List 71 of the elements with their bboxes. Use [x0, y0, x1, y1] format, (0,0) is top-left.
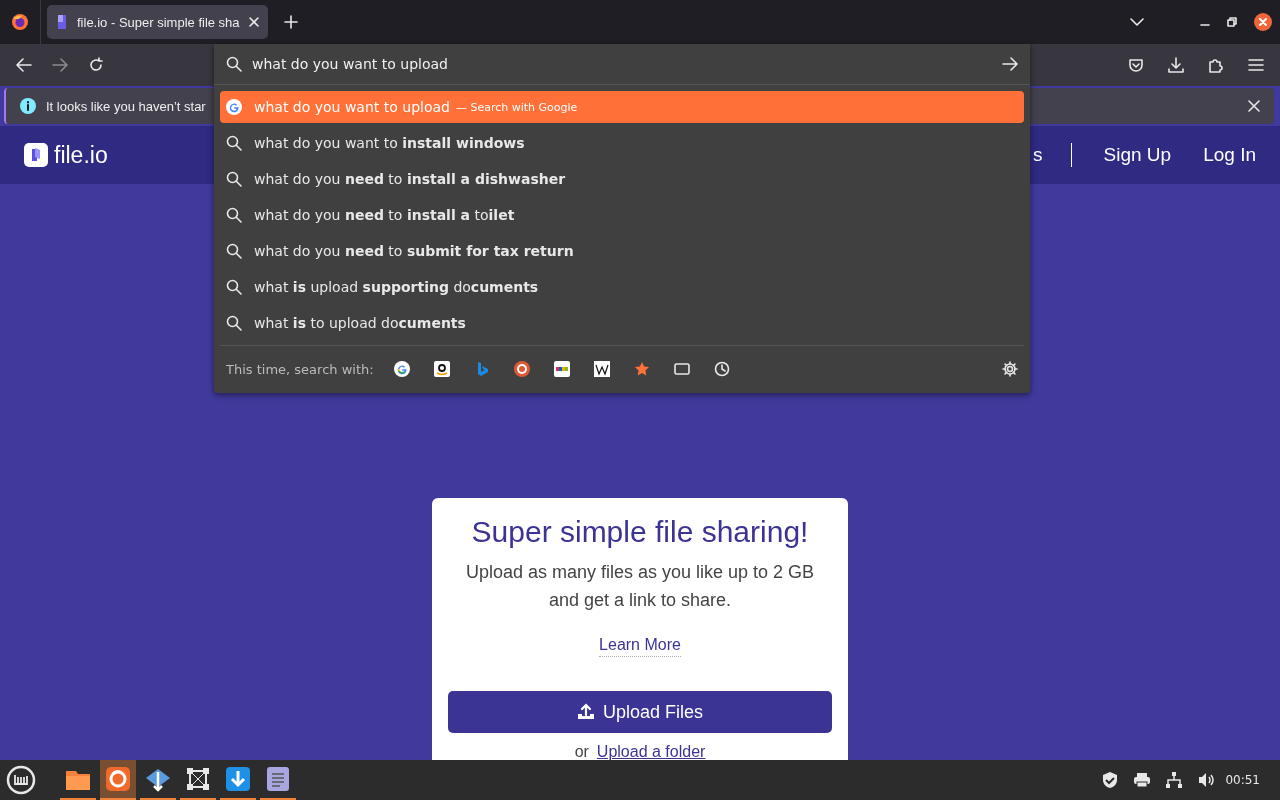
- search-icon: [226, 243, 242, 259]
- taskbar-app[interactable]: [100, 760, 136, 800]
- search-icon: [226, 171, 242, 187]
- search-icon: [226, 135, 242, 151]
- suggestion-item[interactable]: what is upload supporting documents: [220, 271, 1024, 303]
- settings-icon[interactable]: [1002, 361, 1018, 377]
- back-icon[interactable]: [16, 58, 32, 72]
- card-description: Upload as many files as you like up to 2 GB and get a link to share.: [464, 561, 816, 612]
- upload-folder-link[interactable]: Upload a folder: [596, 743, 706, 760]
- firefox-icon[interactable]: [11, 13, 29, 31]
- address-field[interactable]: what do you want to upload: [252, 56, 992, 72]
- firefox-icon: [103, 764, 133, 794]
- nav-link[interactable]: Sign Up: [1103, 144, 1172, 166]
- volume-icon[interactable]: [1197, 771, 1216, 789]
- nav-link[interactable]: Log In: [1203, 144, 1256, 166]
- start-menu-icon[interactable]: [6, 765, 36, 795]
- suggestion-text: what do you need to install a dishwasher: [254, 171, 566, 187]
- info-icon: [20, 98, 36, 114]
- tab-title: file.io - Super simple file sha: [77, 14, 240, 30]
- forward-icon: [52, 58, 68, 72]
- chevron-down-icon[interactable]: [1130, 18, 1144, 26]
- suggestion-item[interactable]: what is to upload documents: [220, 307, 1024, 339]
- learn-more-link[interactable]: Learn More: [599, 634, 681, 657]
- suggestion-text: what do you need to install a toilet: [254, 207, 515, 223]
- pocket-icon[interactable]: [1128, 57, 1144, 73]
- close-icon[interactable]: [247, 16, 260, 28]
- logo-icon[interactable]: [24, 143, 48, 167]
- search-with-label: This time, search with:: [226, 361, 374, 377]
- google-icon: [226, 99, 242, 115]
- maximize-icon[interactable]: [1227, 17, 1237, 27]
- suggestion-item[interactable]: what do you want to install windows: [220, 127, 1024, 159]
- star-icon[interactable]: [633, 361, 650, 377]
- nav-link[interactable]: s: [1033, 144, 1043, 166]
- close-icon[interactable]: [1248, 100, 1260, 112]
- upload-icon: [576, 703, 595, 721]
- browser-tab[interactable]: file.io - Super simple file sha: [47, 5, 268, 39]
- go-arrow-icon[interactable]: [1002, 57, 1018, 71]
- search-icon: [226, 315, 242, 331]
- suggestion-item[interactable]: what do you need to install a toilet: [220, 199, 1024, 231]
- suggestion-text: what is upload supporting documents: [254, 279, 539, 295]
- download-icon: [223, 764, 253, 794]
- download-icon[interactable]: [1168, 57, 1184, 73]
- menu-icon[interactable]: [1248, 58, 1264, 72]
- puzzle-icon[interactable]: [1208, 57, 1224, 73]
- network-icon[interactable]: [1165, 771, 1184, 789]
- shield-icon[interactable]: [1101, 771, 1120, 789]
- search-icon: [226, 279, 242, 295]
- suggestion-text: what do you want to install windows: [254, 135, 525, 151]
- tab-icon[interactable]: [673, 361, 690, 377]
- upload-files-button[interactable]: Upload Files: [448, 691, 832, 733]
- card-title: Super simple file sharing!: [471, 514, 809, 550]
- wikipedia-icon[interactable]: [593, 361, 610, 377]
- printer-icon[interactable]: [1133, 771, 1152, 789]
- history-icon[interactable]: [713, 361, 730, 377]
- or-text: or: [574, 743, 589, 760]
- suggestion-item[interactable]: what do you need to submit for tax return: [220, 235, 1024, 267]
- logo-text[interactable]: file.io: [54, 141, 108, 169]
- suggestion-text: what is to upload documents: [254, 315, 466, 331]
- plus-icon[interactable]: [283, 15, 298, 29]
- file-icon: [55, 14, 69, 30]
- search-icon: [226, 56, 242, 72]
- clock[interactable]: 00:51: [1225, 773, 1260, 787]
- reload-icon[interactable]: [88, 57, 104, 73]
- suggestion-note: — Search with Google: [455, 100, 578, 114]
- search-icon: [226, 207, 242, 223]
- suggestion-text: what do you need to submit for tax return: [254, 243, 574, 259]
- close-icon[interactable]: [1254, 13, 1272, 31]
- suggestion-text: what do you want to upload: [254, 99, 450, 115]
- google-icon[interactable]: [393, 361, 410, 377]
- notification-text: It looks like you haven’t star: [46, 98, 206, 114]
- suggestion-item[interactable]: what do you need to install a dishwasher: [220, 163, 1024, 195]
